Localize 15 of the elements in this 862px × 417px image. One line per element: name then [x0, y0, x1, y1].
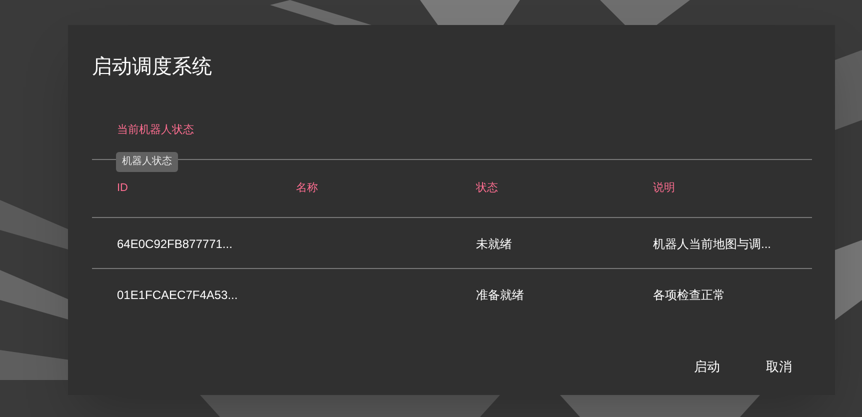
- table-cell-text: 64E0C92FB877771...: [117, 236, 232, 253]
- dialog-title: 启动调度系统: [92, 55, 212, 80]
- dialog-button[interactable]: 取消: [747, 349, 811, 385]
- table-cell-text: 各项检查正常: [653, 287, 725, 304]
- column-header: ID: [117, 181, 128, 196]
- table-cell-text: 未就绪: [476, 236, 512, 253]
- section-label: 当前机器人状态: [117, 122, 194, 138]
- table-cell-text: 机器人当前地图与调...: [653, 236, 772, 253]
- table-cell-text: 准备就绪: [476, 287, 524, 304]
- tooltip: 机器人状态: [116, 152, 178, 172]
- table-cell-text: 01E1FCAEC7F4A53...: [117, 287, 238, 304]
- dialog-button[interactable]: 启动: [675, 349, 739, 385]
- column-header: 名称: [296, 181, 318, 196]
- column-header: 状态: [476, 180, 498, 196]
- column-header: 说明: [653, 181, 675, 196]
